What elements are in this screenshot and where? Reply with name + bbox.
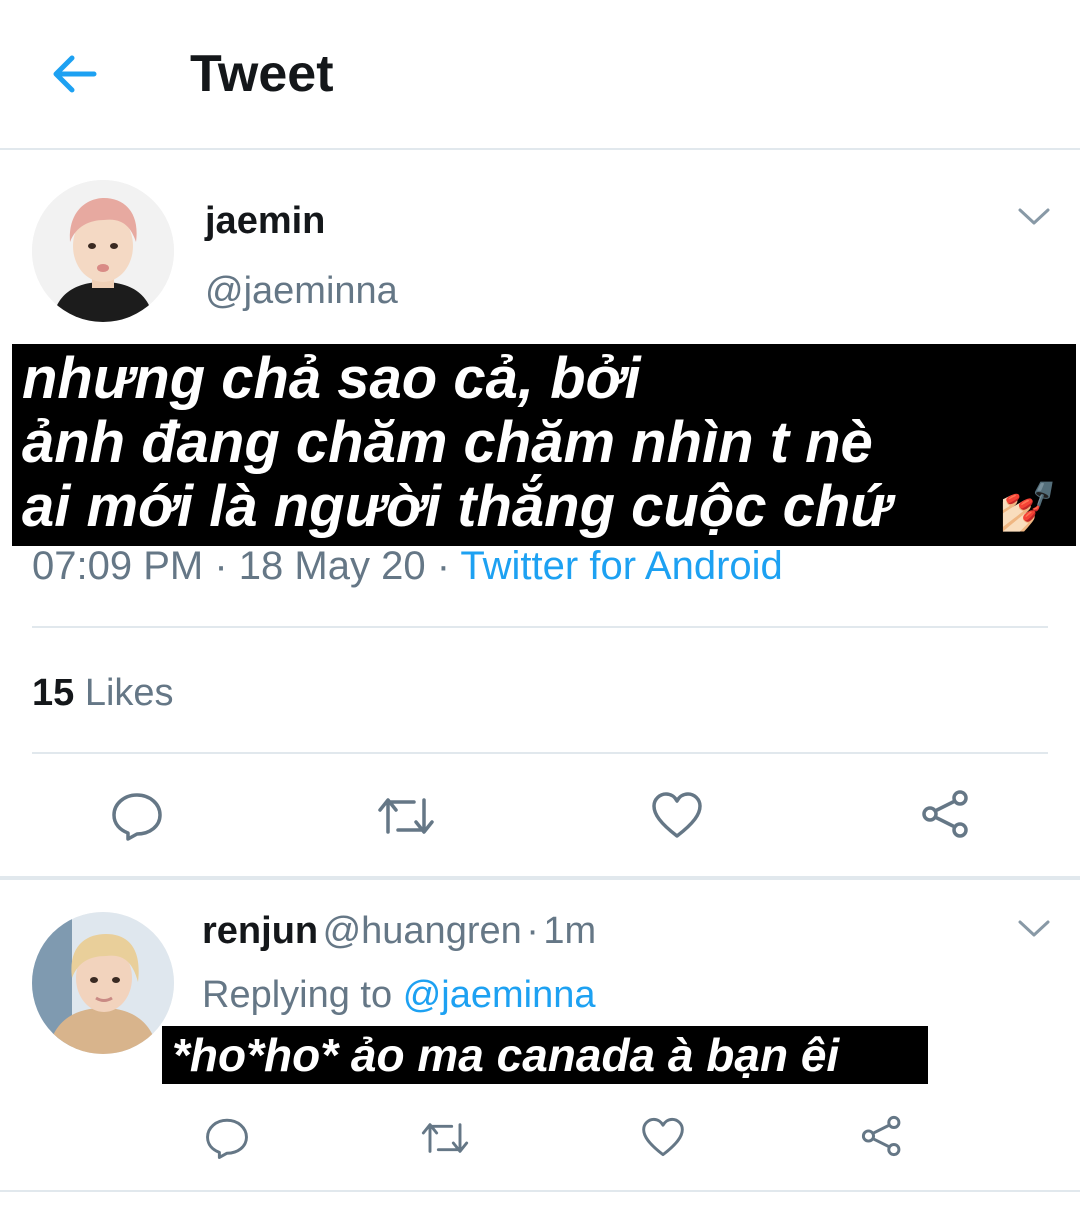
caption-line: nhưng chả sao cả, bởi: [22, 346, 641, 411]
reply-avatar[interactable]: [32, 912, 174, 1054]
likes-label: Likes: [84, 672, 174, 714]
likes-count[interactable]: 15 Likes: [32, 672, 174, 715]
share-button[interactable]: [918, 788, 974, 845]
reply-author-handle[interactable]: @huangren: [323, 910, 522, 952]
tweet-meta: 07:09 PM · 18 May 20 · Twitter for Andro…: [32, 544, 783, 589]
top-bar: Tweet: [0, 0, 1080, 150]
divider: [32, 752, 1048, 754]
share-icon: [861, 1115, 901, 1157]
nail-polish-icon: 💅🏻: [998, 481, 1058, 534]
reply-like-button[interactable]: [640, 1116, 686, 1163]
meta-separator: ·: [214, 544, 228, 588]
caption-line: ai mới là người thắng cuộc chứ: [22, 474, 892, 539]
divider: [32, 626, 1048, 628]
retweet-icon: [378, 798, 434, 834]
caption-line: *ho*ho* ảo ma canada à bạn êi: [172, 1029, 840, 1081]
like-button[interactable]: [650, 790, 704, 845]
reply-reply-button[interactable]: [204, 1116, 250, 1165]
likes-number: 15: [32, 672, 75, 714]
reply-share-button[interactable]: [858, 1114, 906, 1163]
tweet-date: 18 May 20: [238, 544, 426, 588]
tweet-time: 07:09 PM: [32, 544, 204, 588]
reply-retweet-button[interactable]: [420, 1118, 470, 1163]
reply-header: renjun @huangren · 1m: [202, 910, 596, 953]
reply-age: 1m: [543, 910, 597, 952]
reply-caption: *ho*ho* ảo ma canada à bạn êi: [162, 1026, 928, 1084]
heart-icon: [652, 792, 702, 838]
comment-icon: [206, 1118, 248, 1159]
share-icon: [922, 790, 968, 838]
replying-handle-link[interactable]: @jaeminna: [403, 974, 596, 1016]
divider: [0, 876, 1080, 880]
reply-button[interactable]: [110, 790, 164, 847]
replying-to: Replying to @jaeminna: [202, 974, 595, 1017]
arrow-left-icon: [53, 55, 97, 93]
retweet-button[interactable]: [376, 792, 436, 845]
meta-separator: ·: [526, 910, 539, 952]
reply-author-name[interactable]: renjun: [202, 910, 318, 952]
page-title: Tweet: [190, 45, 334, 103]
meta-separator: ·: [436, 544, 451, 588]
chevron-down-icon: [1018, 920, 1050, 937]
retweet-icon: [421, 1123, 469, 1153]
divider: [0, 1190, 1080, 1192]
chevron-down-icon: [1018, 208, 1050, 225]
comment-icon: [112, 793, 162, 841]
replying-label: Replying to: [202, 974, 393, 1016]
tweet-caption: nhưng chả sao cả, bởi ảnh đang chăm chăm…: [12, 344, 1076, 546]
caption-line: ảnh đang chăm chăm nhìn t nè: [22, 410, 873, 475]
author-name[interactable]: jaemin: [205, 200, 325, 243]
heart-icon: [642, 1117, 684, 1157]
tweet-source-link[interactable]: Twitter for Android: [460, 544, 782, 588]
reply-options-button[interactable]: [1016, 916, 1052, 945]
avatar[interactable]: [32, 180, 174, 322]
tweet-options-button[interactable]: [1016, 204, 1052, 233]
author-handle[interactable]: @jaeminna: [205, 270, 398, 313]
back-button[interactable]: [48, 50, 100, 98]
